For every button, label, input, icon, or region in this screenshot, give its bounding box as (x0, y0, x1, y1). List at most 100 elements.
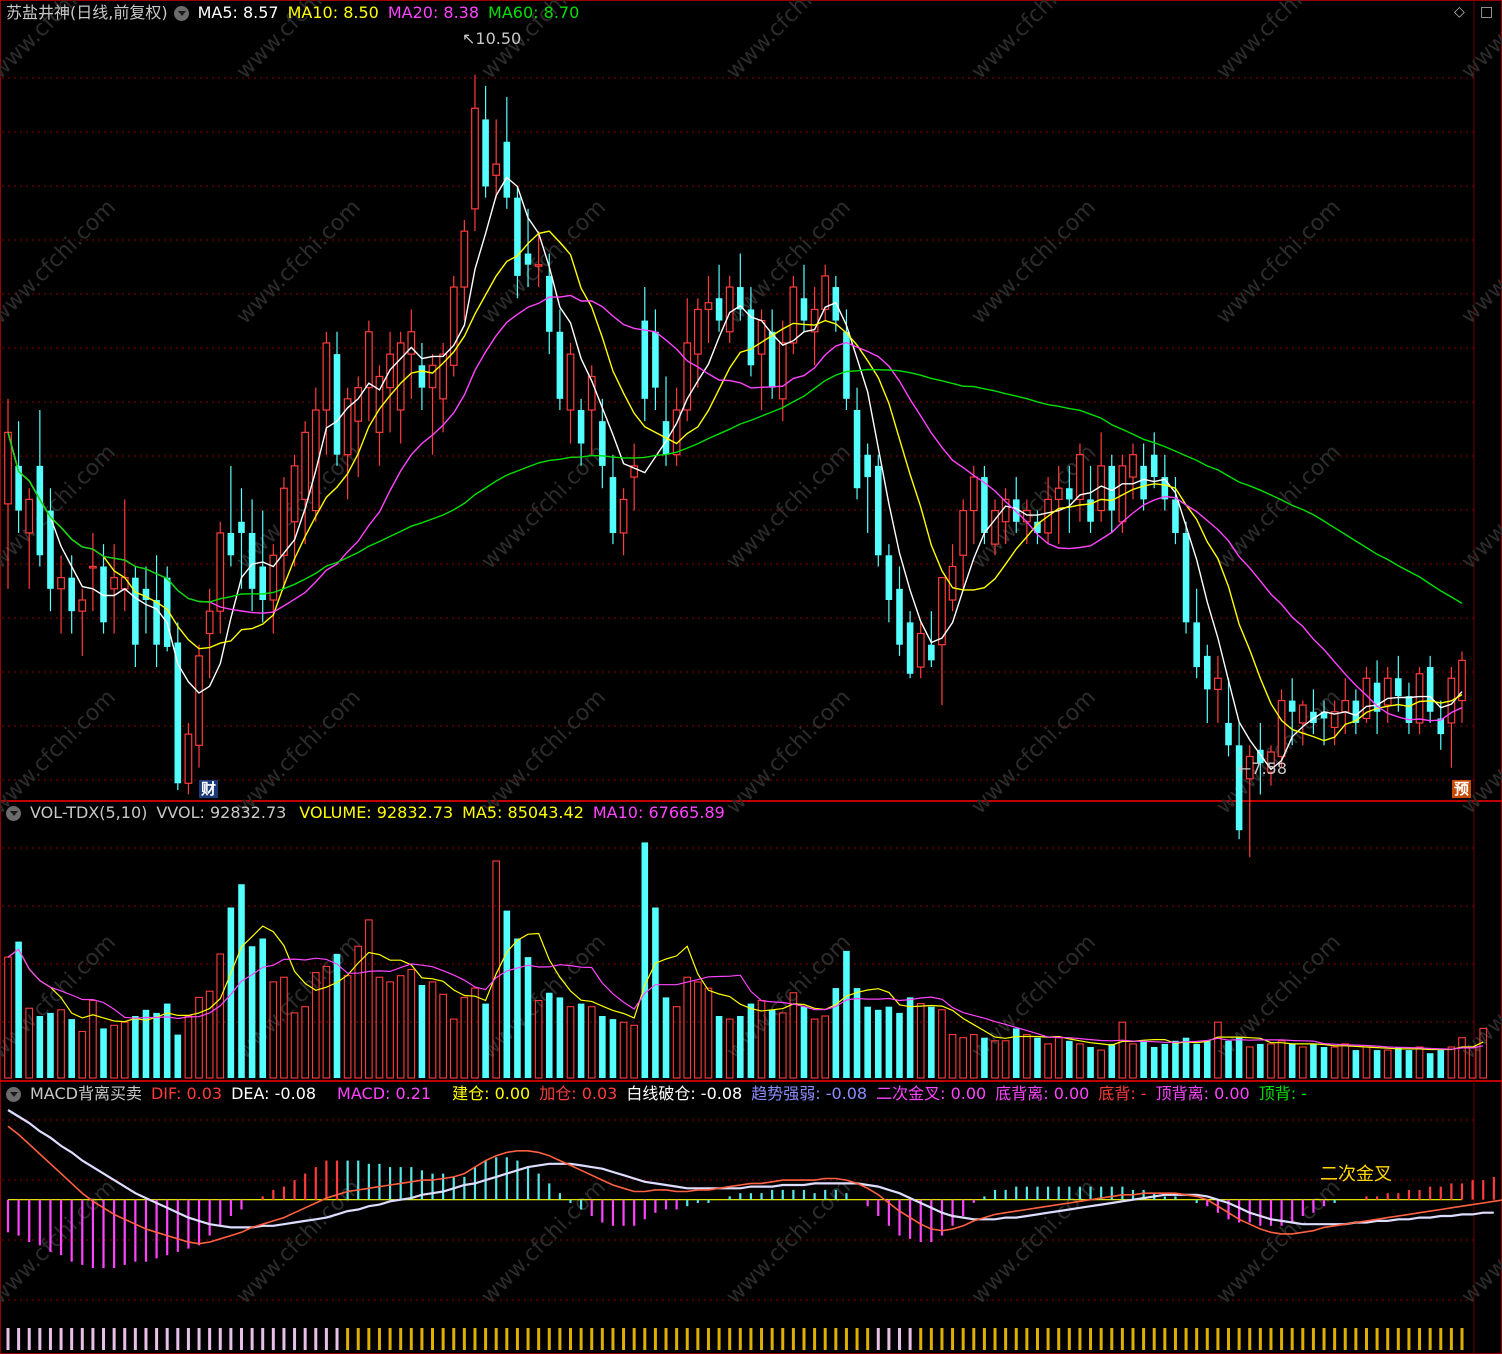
signal-strip-bar (1290, 1328, 1294, 1350)
candle-up (120, 577, 129, 590)
signal-strip-bar (1322, 1328, 1326, 1350)
volume-bar-up (1383, 1049, 1392, 1079)
signal-strip-bar (208, 1328, 212, 1350)
volume-bar-up (1076, 1043, 1084, 1079)
volume-bar-up (948, 1034, 957, 1079)
candle-up (25, 498, 34, 534)
signal-strip-bar (123, 1328, 127, 1350)
signal-strip-bar (898, 1328, 902, 1350)
signal-strip-bar (919, 1328, 923, 1350)
financial-report-badge[interactable]: 财 (199, 780, 219, 798)
signal-strip-bar (462, 1328, 466, 1350)
signal-strip-bar (1301, 1328, 1305, 1350)
signal-strip-bar (377, 1328, 381, 1350)
volume-bar-down (1140, 1040, 1147, 1078)
ma5-line (7, 176, 1463, 771)
signal-strip-bar (834, 1328, 838, 1350)
candle-up (757, 319, 766, 355)
signal-strip-bar (1173, 1328, 1177, 1350)
watermark-text: www.cfchi.com (722, 0, 856, 84)
signal-strip-bar (1131, 1328, 1135, 1350)
volume-bar-down (1310, 1043, 1317, 1078)
signal-strip-bar (91, 1328, 95, 1350)
volume-bar-down (524, 957, 532, 1078)
window-toggle-icon[interactable]: □ (1480, 4, 1493, 20)
volume-bar-up (938, 1009, 946, 1079)
macd-value: MACD: 0.21 (337, 1084, 432, 1103)
signal-strip-bar (1046, 1328, 1050, 1350)
candle-up (428, 364, 437, 389)
volume-bar-down (1034, 1037, 1041, 1078)
watermark-text: www.cfchi.com (477, 195, 611, 329)
volume-bar-down (503, 910, 511, 1078)
volume-bar-up (587, 1006, 596, 1079)
signal-strip-bar (600, 1328, 604, 1350)
signal-strip-bar (547, 1328, 551, 1350)
volume-bar-down (1288, 1043, 1296, 1078)
candle-up (195, 655, 203, 746)
candle-up (693, 308, 702, 355)
signal-strip-bar (1025, 1328, 1029, 1350)
volume-bar-down (1182, 1037, 1190, 1078)
signal-strip-bar (760, 1328, 764, 1350)
candle-down (1066, 488, 1073, 500)
dif-value: DIF: 0.03 (150, 1084, 223, 1103)
signal-strip-bar (197, 1328, 201, 1350)
signal-strip-bar (303, 1328, 307, 1350)
volume-bar-up (630, 1024, 639, 1079)
dingbei-value: 顶背: - (1258, 1084, 1307, 1103)
signal-strip-bar (1280, 1328, 1284, 1350)
signal-strip-bar (229, 1328, 233, 1350)
signal-strip-bar (441, 1328, 445, 1350)
watermark-text: www.cfchi.com (1212, 1175, 1346, 1309)
volume-bar-down (896, 1012, 903, 1078)
volume-bar-down (100, 1028, 107, 1078)
candle-down (1108, 465, 1116, 511)
candle-up (1076, 454, 1084, 501)
volume-bar-up (1447, 1046, 1456, 1079)
macd-settings-icon[interactable] (6, 1086, 21, 1102)
signal-strip-bar (1343, 1328, 1347, 1350)
volume-bar-down (1012, 1028, 1020, 1078)
signal-strip-bar (314, 1328, 318, 1350)
signal-strip-bar (261, 1328, 265, 1350)
jiancang-value: 建仓: 0.00 (452, 1084, 531, 1103)
signal-strip-bar (70, 1328, 74, 1350)
volume-bar-down (1395, 1047, 1402, 1078)
volume-settings-icon[interactable] (6, 805, 21, 821)
volume-bar-down (599, 1016, 606, 1078)
signal-strip-bar (346, 1328, 350, 1350)
diamond-icon[interactable]: ◇ (1454, 4, 1465, 20)
candle-down (36, 465, 44, 556)
volume-bar-down (1172, 1040, 1179, 1078)
volume-bar-up (396, 975, 405, 1079)
volume-bar-down (747, 1003, 755, 1078)
candle-down (482, 119, 489, 187)
signal-strip-bar (1067, 1328, 1071, 1350)
ma10-value: MA10: 8.50 (287, 3, 379, 22)
candle-down (248, 532, 256, 589)
volume-bar-down (1373, 1050, 1381, 1078)
stock-chart[interactable]: www.cfchi.com www.cfchi.com www.cfchi.com w… (0, 0, 1502, 1354)
signal-strip-bar (929, 1328, 933, 1350)
signal-strip-bar (940, 1328, 944, 1350)
volume-bar-down (259, 938, 267, 1078)
signal-strip-bar (484, 1328, 488, 1350)
signal-strip-bar (568, 1328, 572, 1350)
signal-strip-bar (515, 1328, 519, 1350)
watermark-text: www.cfchi.com (232, 1175, 366, 1309)
candle-up (205, 610, 214, 635)
signal-strip-bar (887, 1328, 891, 1350)
forecast-badge[interactable]: 预 (1452, 780, 1472, 798)
signal-strip-bar (558, 1328, 562, 1350)
candle-up (396, 342, 405, 411)
volume-bar-down (545, 992, 553, 1078)
volume-bar-up (1277, 1040, 1286, 1079)
main-settings-icon[interactable] (173, 5, 189, 21)
volume-bar-up (343, 975, 352, 1079)
signal-strip-bar (112, 1328, 116, 1350)
volume-value: VOLUME: 92832.73 (299, 803, 454, 822)
volume-bar-down (36, 1016, 44, 1078)
signal-strip-bar (1439, 1328, 1443, 1350)
volume-bar-up (1267, 1043, 1275, 1079)
